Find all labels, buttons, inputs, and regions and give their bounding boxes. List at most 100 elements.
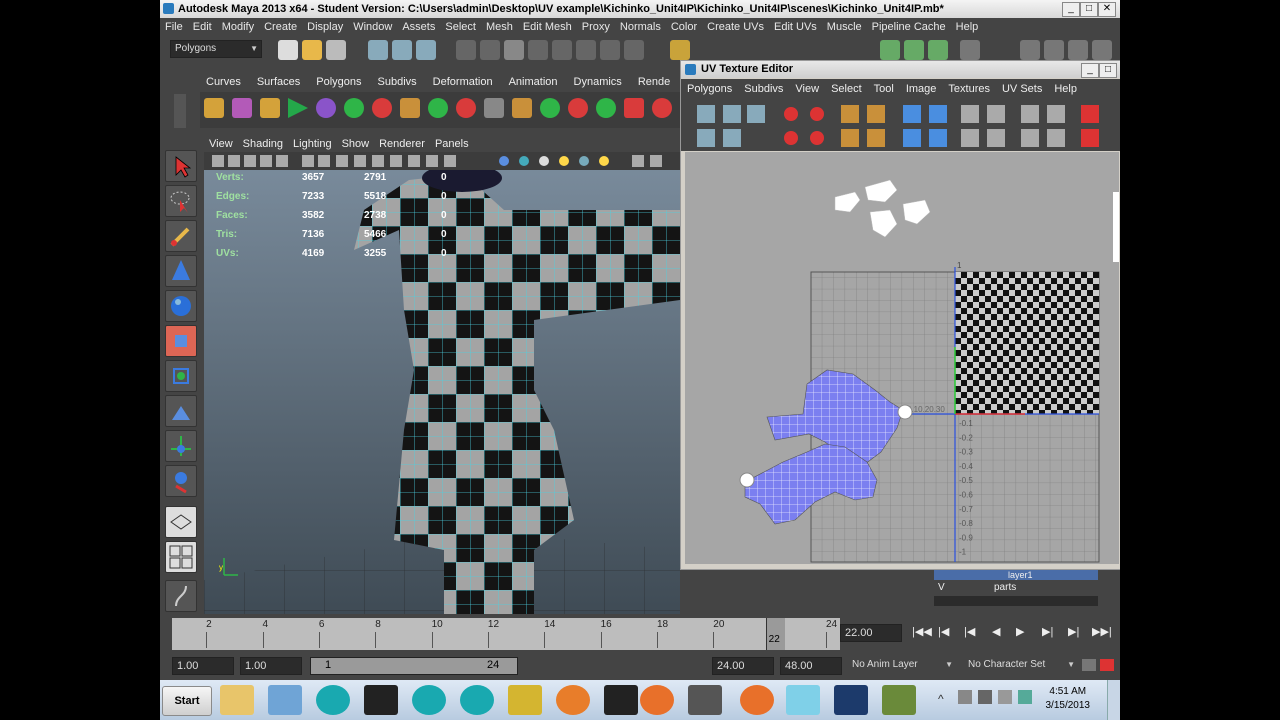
shelf-tab-rende[interactable]: Rende [630,74,678,90]
current-time-field[interactable]: 22.00 [840,624,902,642]
speaker-icon[interactable] [958,690,972,704]
menu-pipeline-cache[interactable]: Pipeline Cache [867,18,951,36]
current-time-marker[interactable]: 22 [765,618,785,650]
rotate-tool-icon[interactable] [165,290,197,322]
processing-taskbar-icon[interactable] [364,685,398,715]
construction-history-icon[interactable] [670,40,690,60]
cv-curve-icon[interactable] [204,98,224,118]
network-icon[interactable] [978,690,992,704]
shelf-tab-curves[interactable]: Curves [198,74,249,90]
explorer-taskbar-icon[interactable] [220,685,254,715]
arduino2-taskbar-icon[interactable] [412,685,446,715]
four-view-layout-icon[interactable] [165,541,197,573]
perspective-viewport[interactable]: View Shading Lighting Show Renderer Panels [204,136,680,614]
edge-mask-icon[interactable] [480,40,500,60]
uv-editor-maximize-button[interactable]: □ [1099,63,1117,78]
shelf-menu-icon[interactable] [174,94,186,128]
time-slider[interactable]: 2468101214161820222422 [172,618,840,650]
scale-tool-icon[interactable] [165,325,197,357]
uv-menu-view[interactable]: View [789,79,825,99]
menu-modify[interactable]: Modify [217,18,259,36]
eraser-taskbar-icon[interactable] [786,685,820,715]
detach-icon[interactable] [652,98,672,118]
image-app-taskbar-icon[interactable] [882,685,916,715]
show-channelbox-icon[interactable] [1068,40,1088,60]
menu-help[interactable]: Help [951,18,984,36]
menu-window[interactable]: Window [348,18,397,36]
planar-icon[interactable] [484,98,504,118]
select-object-icon[interactable] [392,40,412,60]
menu-create[interactable]: Create [259,18,302,36]
lasso-tool-icon[interactable] [165,185,197,217]
select-tool-icon[interactable] [165,150,197,182]
animation-preferences-icon[interactable] [1100,659,1114,671]
viewport-menu-renderer[interactable]: Renderer [374,136,430,152]
uv-mask-icon[interactable] [528,40,548,60]
uv-menu-select[interactable]: Select [825,79,868,99]
move-tool-icon[interactable] [165,255,197,287]
show-attribute-editor-icon[interactable] [1020,40,1040,60]
single-perspective-layout-icon[interactable] [165,506,197,538]
menu-assets[interactable]: Assets [397,18,440,36]
vertex-mask-icon[interactable] [456,40,476,60]
menu-proxy[interactable]: Proxy [577,18,615,36]
sphere-r-icon[interactable] [372,98,392,118]
menu-create-uvs[interactable]: Create UVs [702,18,769,36]
firefox-taskbar-icon[interactable] [640,685,674,715]
start-button[interactable]: Start [162,686,212,716]
uv-menu-tool[interactable]: Tool [868,79,900,99]
select-hierarchy-icon[interactable] [368,40,388,60]
viewport-menu-panels[interactable]: Panels [430,136,474,152]
snap-point-icon[interactable] [600,40,620,60]
bevel-icon[interactable] [512,98,532,118]
play-forwards-icon[interactable]: ▶ [1016,625,1024,638]
sphere-s-icon[interactable] [344,98,364,118]
uv-menu-help[interactable]: Help [1048,79,1083,99]
render-view-icon[interactable] [880,40,900,60]
shelf-tab-surfaces[interactable]: Surfaces [249,74,308,90]
step-forward-key-icon[interactable]: ▶| [1068,625,1079,638]
shelf-tab-polygons[interactable]: Polygons [308,74,369,90]
menu-select[interactable]: Select [440,18,481,36]
maximize-button[interactable]: □ [1080,2,1098,17]
viewport-menu-show[interactable]: Show [337,136,375,152]
go-to-end-icon[interactable]: ▶▶| [1092,625,1112,638]
udk-taskbar-icon[interactable] [604,685,638,715]
square-icon[interactable] [596,98,616,118]
viewport-menu-shading[interactable]: Shading [238,136,288,152]
play-icon[interactable] [288,98,308,118]
save-scene-icon[interactable] [326,40,346,60]
range-slider[interactable]: 1 24 [310,657,518,675]
menu-edit[interactable]: Edit [188,18,217,36]
soft-mod-icon[interactable] [165,395,197,427]
animation-start-field[interactable]: 1.00 [172,657,234,675]
minimize-button[interactable]: _ [1062,2,1080,17]
parts-layer-label[interactable]: parts [994,582,1094,594]
anim-layer-dropdown[interactable]: No Anim Layer [848,657,956,673]
snap-curve-icon[interactable] [576,40,596,60]
attach-icon[interactable] [624,98,644,118]
render-frame-icon[interactable] [904,40,924,60]
select-component-icon[interactable] [416,40,436,60]
extrude-icon[interactable] [456,98,476,118]
shelf-tab-deformation[interactable]: Deformation [425,74,501,90]
menu-muscle[interactable]: Muscle [822,18,867,36]
blender-taskbar-icon[interactable] [556,685,590,715]
uv-menu-uv-sets[interactable]: UV Sets [996,79,1048,99]
outliner-icon[interactable] [165,580,197,612]
animation-end-field[interactable]: 48.00 [780,657,842,675]
uv-editor-minimize-button[interactable]: _ [1081,63,1099,78]
viewport-menu-lighting[interactable]: Lighting [288,136,337,152]
show-layers-icon[interactable] [1092,40,1112,60]
play-backwards-icon[interactable]: ◀ [992,625,1000,638]
step-back-key-icon[interactable]: |◀ [938,625,949,638]
show-manipulator-icon[interactable] [165,430,197,462]
photoshop-taskbar-icon[interactable] [834,685,868,715]
3dsmax-taskbar-icon[interactable] [508,685,542,715]
show-toolsettings-icon[interactable] [1044,40,1064,60]
close-button[interactable]: ✕ [1098,2,1116,17]
action-center-icon[interactable] [998,690,1012,704]
viewport-menu-view[interactable]: View [204,136,238,152]
menu-edit-uvs[interactable]: Edit UVs [769,18,822,36]
maya-taskbar-icon[interactable] [688,685,722,715]
